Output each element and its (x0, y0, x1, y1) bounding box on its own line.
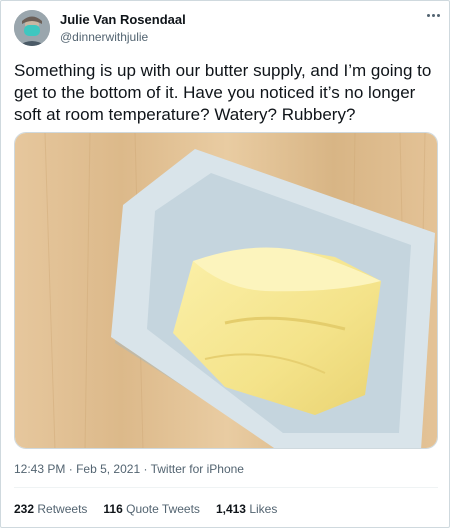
tweet-time[interactable]: 12:43 PM (14, 462, 65, 476)
engagement-stats: 232 Retweets 116 Quote Tweets 1,413 Like… (14, 502, 277, 516)
retweets-count: 232 (14, 502, 35, 516)
tweet-date[interactable]: Feb 5, 2021 (76, 462, 140, 476)
avatar-image (14, 10, 50, 46)
retweets-label: Retweets (37, 502, 88, 516)
divider (14, 487, 438, 488)
tweet-meta: 12:43 PM · Feb 5, 2021 · Twitter for iPh… (14, 462, 244, 476)
likes-count: 1,413 (215, 502, 246, 516)
quote-tweets-stat[interactable]: 116 Quote Tweets (103, 502, 200, 516)
more-options-icon[interactable] (423, 7, 443, 23)
likes-stat[interactable]: 1,413 Likes (216, 502, 277, 516)
author-name[interactable]: Julie Van Rosendaal (60, 12, 186, 27)
quote-tweets-count: 116 (103, 502, 123, 516)
meta-separator: · (68, 462, 77, 476)
tweet-card: Julie Van Rosendaal @dinnerwithjulie Som… (0, 0, 450, 528)
butter-dish-photo (15, 133, 437, 448)
author-handle[interactable]: @dinnerwithjulie (60, 30, 148, 44)
tweet-text: Something is up with our butter supply, … (14, 61, 432, 124)
retweets-stat[interactable]: 232 Retweets (14, 502, 87, 516)
quote-tweets-label: Quote Tweets (126, 502, 200, 516)
avatar[interactable] (14, 10, 50, 46)
tweet-photo[interactable] (14, 132, 438, 449)
likes-label: Likes (249, 502, 278, 516)
meta-separator: · (143, 462, 151, 476)
tweet-source[interactable]: Twitter for iPhone (151, 462, 244, 476)
